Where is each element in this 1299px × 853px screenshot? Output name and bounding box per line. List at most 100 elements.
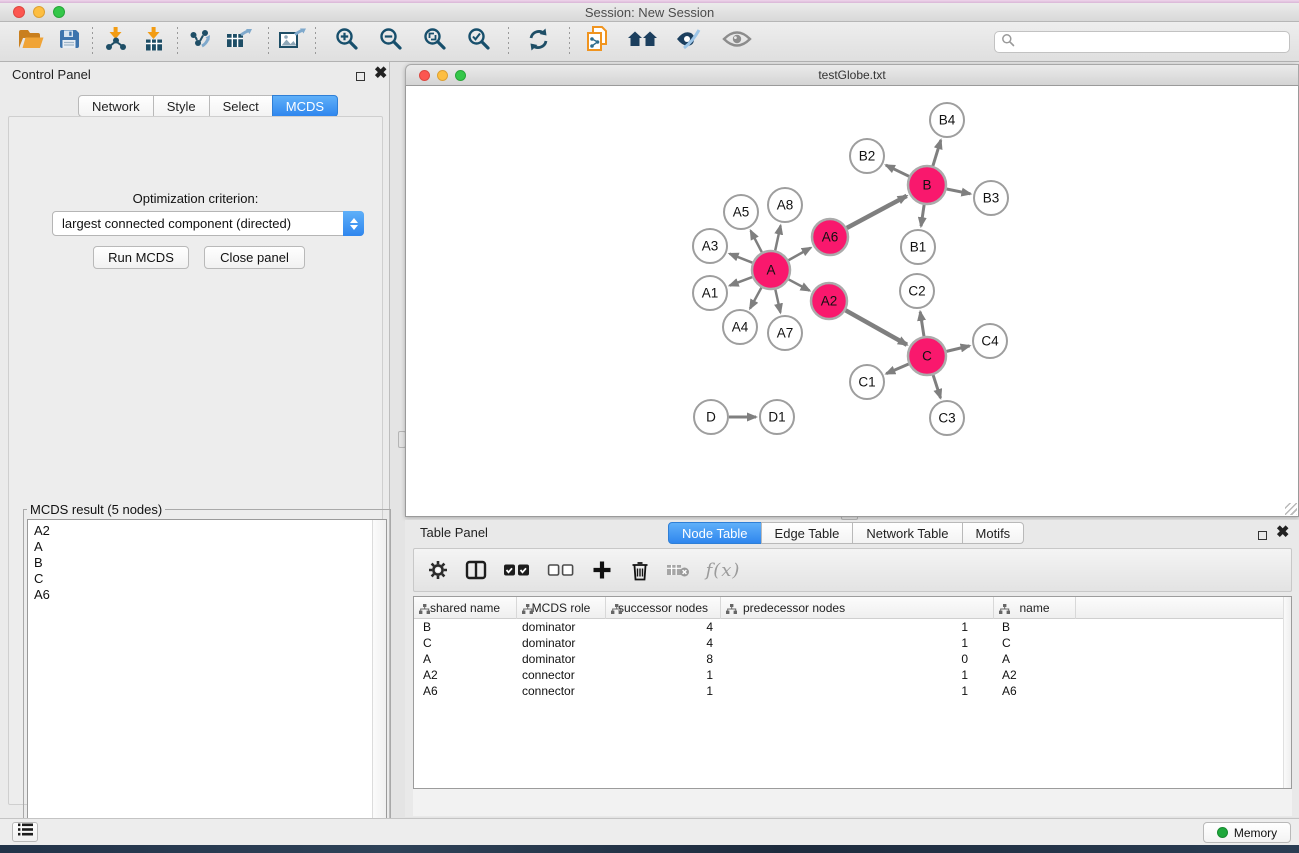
network-close-traffic-light[interactable] [419,70,430,81]
edge-B-B2[interactable] [886,165,909,176]
refresh-button[interactable] [519,25,557,59]
node-C[interactable]: C [908,337,946,375]
zoom-selected-button[interactable] [460,25,498,59]
deselect-all-icon[interactable] [546,558,576,582]
tab-style[interactable]: Style [153,95,210,117]
delete-table-icon[interactable] [666,558,690,582]
window-resize-grip[interactable] [1285,503,1297,515]
edge-A2-C[interactable] [846,310,907,344]
edge-A-A3[interactable] [730,254,753,263]
edge-A-A8[interactable] [775,226,780,251]
function-icon[interactable]: f(x) [704,558,742,582]
select-all-icon[interactable] [502,558,532,582]
hide-details-button[interactable] [670,25,708,59]
network-graph[interactable]: B4B2BB3A8A5A6A3B1AC2A1A2A4A7C4CC1C3DD1 [406,86,1298,516]
edge-A-A6[interactable] [788,248,810,260]
node-A8[interactable]: A8 [768,188,802,222]
table-float-panel-icon[interactable] [1258,527,1267,545]
edge-A-A4[interactable] [750,288,761,309]
gear-icon[interactable] [426,558,450,582]
tab-node-table[interactable]: Node Table [668,522,762,544]
minimize-traffic-light[interactable] [33,6,45,18]
table-row[interactable]: A2connector11A2 [414,667,1291,683]
save-session-button[interactable] [50,25,88,59]
table-row[interactable]: A6connector11A6 [414,683,1291,699]
close-panel-button[interactable]: Close panel [204,246,305,269]
table-scrollbar[interactable] [1283,597,1291,788]
node-B1[interactable]: B1 [901,230,935,264]
export-image-button[interactable] [273,25,311,59]
criterion-dropdown[interactable]: largest connected component (directed) [52,211,364,236]
edge-B-B3[interactable] [947,189,971,194]
show-hide-button[interactable] [718,25,756,59]
delete-icon[interactable] [628,558,652,582]
open-session-button[interactable] [12,25,50,59]
column-header[interactable]: successor nodes [606,597,721,619]
search-field[interactable] [994,31,1290,53]
edge-C-C3[interactable] [933,375,940,398]
node-A6[interactable]: A6 [812,219,848,255]
edge-A-A2[interactable] [789,279,810,290]
import-network-button[interactable] [97,25,135,59]
mcds-result-item[interactable]: A2 [28,522,371,538]
node-B3[interactable]: B3 [974,181,1008,215]
node-A2[interactable]: A2 [811,283,847,319]
home-button[interactable] [624,25,662,59]
edge-B-B4[interactable] [933,140,941,166]
node-A7[interactable]: A7 [768,316,802,350]
table-row[interactable]: Cdominator41C [414,635,1291,651]
node-A4[interactable]: A4 [723,310,757,344]
edge-A-A5[interactable] [751,231,762,253]
node-B4[interactable]: B4 [930,103,964,137]
node-A5[interactable]: A5 [724,195,758,229]
edge-A6-B[interactable] [847,196,907,228]
zoom-out-button[interactable] [372,25,410,59]
mcds-result-item[interactable]: C [28,570,371,586]
edge-B-B1[interactable] [921,205,924,226]
node-C4[interactable]: C4 [973,324,1007,358]
tab-network[interactable]: Network [78,95,154,117]
close-panel-icon[interactable]: ✖ [374,68,387,80]
network-canvas[interactable]: B4B2BB3A8A5A6A3B1AC2A1A2A4A7C4CC1C3DD1 [405,86,1299,517]
column-header[interactable]: name [994,597,1076,619]
column-header[interactable]: predecessor nodes [721,597,994,619]
import-table-button[interactable] [135,25,173,59]
mcds-result-item[interactable]: A6 [28,586,371,602]
zoom-in-button[interactable] [328,25,366,59]
add-icon[interactable] [590,558,614,582]
zoom-traffic-light[interactable] [53,6,65,18]
table-row[interactable]: Adominator80A [414,651,1291,667]
tab-select[interactable]: Select [209,95,273,117]
node-C2[interactable]: C2 [900,274,934,308]
node-B[interactable]: B [908,166,946,204]
tab-mcds[interactable]: MCDS [272,95,338,117]
table-close-panel-icon[interactable]: ✖ [1276,527,1289,539]
edge-A-A7[interactable] [775,290,780,313]
close-traffic-light[interactable] [13,6,25,18]
edge-C-C1[interactable] [886,364,908,374]
node-A1[interactable]: A1 [693,276,727,310]
edge-C-C2[interactable] [920,312,924,336]
export-table-button[interactable] [220,25,258,59]
table-row[interactable]: Bdominator41B [414,619,1291,635]
memory-button[interactable]: Memory [1203,822,1291,843]
app-titlebar[interactable]: Session: New Session [0,3,1299,22]
node-D1[interactable]: D1 [760,400,794,434]
node-C1[interactable]: C1 [850,365,884,399]
run-mcds-button[interactable]: Run MCDS [93,246,189,269]
zoom-fit-button[interactable] [416,25,454,59]
mcds-list-scrollbar[interactable] [372,520,386,843]
tab-edge-table[interactable]: Edge Table [761,522,854,544]
task-history-button[interactable] [12,822,38,842]
node-B2[interactable]: B2 [850,139,884,173]
network-zoom-traffic-light[interactable] [455,70,466,81]
tab-motifs[interactable]: Motifs [962,522,1025,544]
node-A[interactable]: A [752,251,790,289]
edge-A-A1[interactable] [730,277,753,286]
mcds-result-list[interactable]: A2ABCA6 [27,519,387,844]
column-header[interactable]: shared name [414,597,517,619]
edge-C-C4[interactable] [946,346,969,352]
float-panel-icon[interactable] [356,68,365,86]
node-C3[interactable]: C3 [930,401,964,435]
network-minimize-traffic-light[interactable] [437,70,448,81]
